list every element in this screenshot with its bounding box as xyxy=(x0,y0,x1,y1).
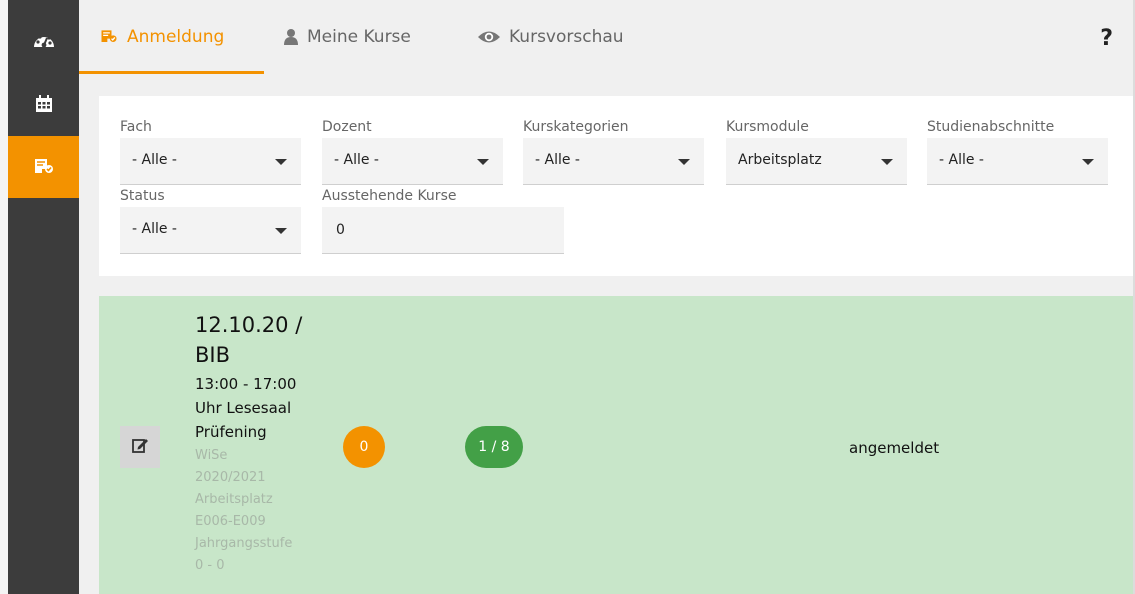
active-tab-underline xyxy=(79,71,264,74)
course-detail-line: 2020/2021 xyxy=(195,470,266,485)
filter-label-ausstehende-kurse: Ausstehende Kurse xyxy=(322,188,457,204)
kursmodule-select[interactable]: Arbeitsplatz xyxy=(726,138,907,185)
select-value: - Alle - xyxy=(132,221,177,237)
sidebar-item-calendar[interactable] xyxy=(8,84,79,124)
course-detail-line: WiSe xyxy=(195,448,228,463)
user-icon xyxy=(283,28,299,46)
chevron-down-icon xyxy=(678,159,690,165)
pending-count-badge: 0 xyxy=(343,426,385,468)
tab-label: Meine Kurse xyxy=(307,27,411,47)
filter-label-kurskategorien: Kurskategorien xyxy=(523,119,629,135)
chevron-down-icon xyxy=(881,159,893,165)
ausstehende-kurse-input[interactable]: 0 xyxy=(322,207,564,254)
main-area: Anmeldung Meine Kurse Kursvorschau ? Fac… xyxy=(79,0,1135,594)
course-place: Uhr Lesesaal xyxy=(195,399,292,417)
course-info: 13:00 - 17:00 Uhr Lesesaal Prüfening xyxy=(195,372,325,444)
studienabschnitte-select[interactable]: - Alle - xyxy=(927,138,1108,185)
registration-icon xyxy=(32,155,56,179)
filter-label-studienabschnitte: Studienabschnitte xyxy=(927,119,1055,135)
course-title: 12.10.20 / BIB xyxy=(195,310,325,370)
input-value: 0 xyxy=(336,222,345,238)
calendar-icon xyxy=(34,94,54,114)
course-details: WiSe 2020/2021 Arbeitsplatz E006-E009 Ja… xyxy=(195,445,335,577)
sidebar xyxy=(8,0,79,594)
course-detail-line: E006-E009 xyxy=(195,514,266,529)
course-row: 12.10.20 / BIB 13:00 - 17:00 Uhr Lesesaa… xyxy=(99,296,1135,594)
kurskategorien-select[interactable]: - Alle - xyxy=(523,138,704,185)
tab-meine-kurse[interactable]: Meine Kurse xyxy=(283,0,411,74)
course-detail-line: Arbeitsplatz xyxy=(195,492,273,507)
edit-button[interactable] xyxy=(120,426,160,468)
dashboard-gauge-icon xyxy=(32,29,56,51)
tab-bar: Anmeldung Meine Kurse Kursvorschau ? xyxy=(79,0,1135,74)
course-detail-line: 0 - 0 xyxy=(195,558,225,573)
registration-status: angemeldet xyxy=(849,439,940,457)
filter-label-kursmodule: Kursmodule xyxy=(726,119,809,135)
help-button[interactable]: ? xyxy=(1100,26,1113,51)
select-value: - Alle - xyxy=(132,152,177,168)
app-frame: Anmeldung Meine Kurse Kursvorschau ? Fac… xyxy=(0,0,1135,594)
edit-icon xyxy=(131,436,149,458)
filter-label-fach: Fach xyxy=(120,119,152,135)
chevron-down-icon xyxy=(1082,159,1094,165)
eye-icon xyxy=(477,29,501,45)
tab-label: Kursvorschau xyxy=(509,27,624,47)
course-time: 13:00 - 17:00 xyxy=(195,375,297,393)
filter-label-dozent: Dozent xyxy=(322,119,372,135)
course-detail-line: Jahrgangsstufe xyxy=(195,536,293,551)
chevron-down-icon xyxy=(275,228,287,234)
select-value: - Alle - xyxy=(535,152,580,168)
course-place: Prüfening xyxy=(195,423,267,441)
course-location-code: BIB xyxy=(195,343,231,367)
chevron-down-icon xyxy=(477,159,489,165)
tab-label: Anmeldung xyxy=(127,27,225,47)
select-value: Arbeitsplatz xyxy=(738,152,822,168)
course-date: 12.10.20 / xyxy=(195,313,303,337)
sidebar-item-registration[interactable] xyxy=(8,136,79,198)
tab-anmeldung[interactable]: Anmeldung xyxy=(99,0,224,74)
filter-panel: Fach - Alle - Dozent - Alle - Kurskatego… xyxy=(99,96,1135,276)
window-edge xyxy=(0,0,8,594)
filter-label-status: Status xyxy=(120,188,165,204)
chevron-down-icon xyxy=(275,159,287,165)
tab-kursvorschau[interactable]: Kursvorschau xyxy=(477,0,624,74)
dozent-select[interactable]: - Alle - xyxy=(322,138,503,185)
registration-icon xyxy=(99,27,119,47)
fach-select[interactable]: - Alle - xyxy=(120,138,301,185)
select-value: - Alle - xyxy=(939,152,984,168)
sidebar-item-dashboard[interactable] xyxy=(8,20,79,60)
select-value: - Alle - xyxy=(334,152,379,168)
status-select[interactable]: - Alle - xyxy=(120,207,301,254)
slots-badge: 1 / 8 xyxy=(465,426,523,468)
